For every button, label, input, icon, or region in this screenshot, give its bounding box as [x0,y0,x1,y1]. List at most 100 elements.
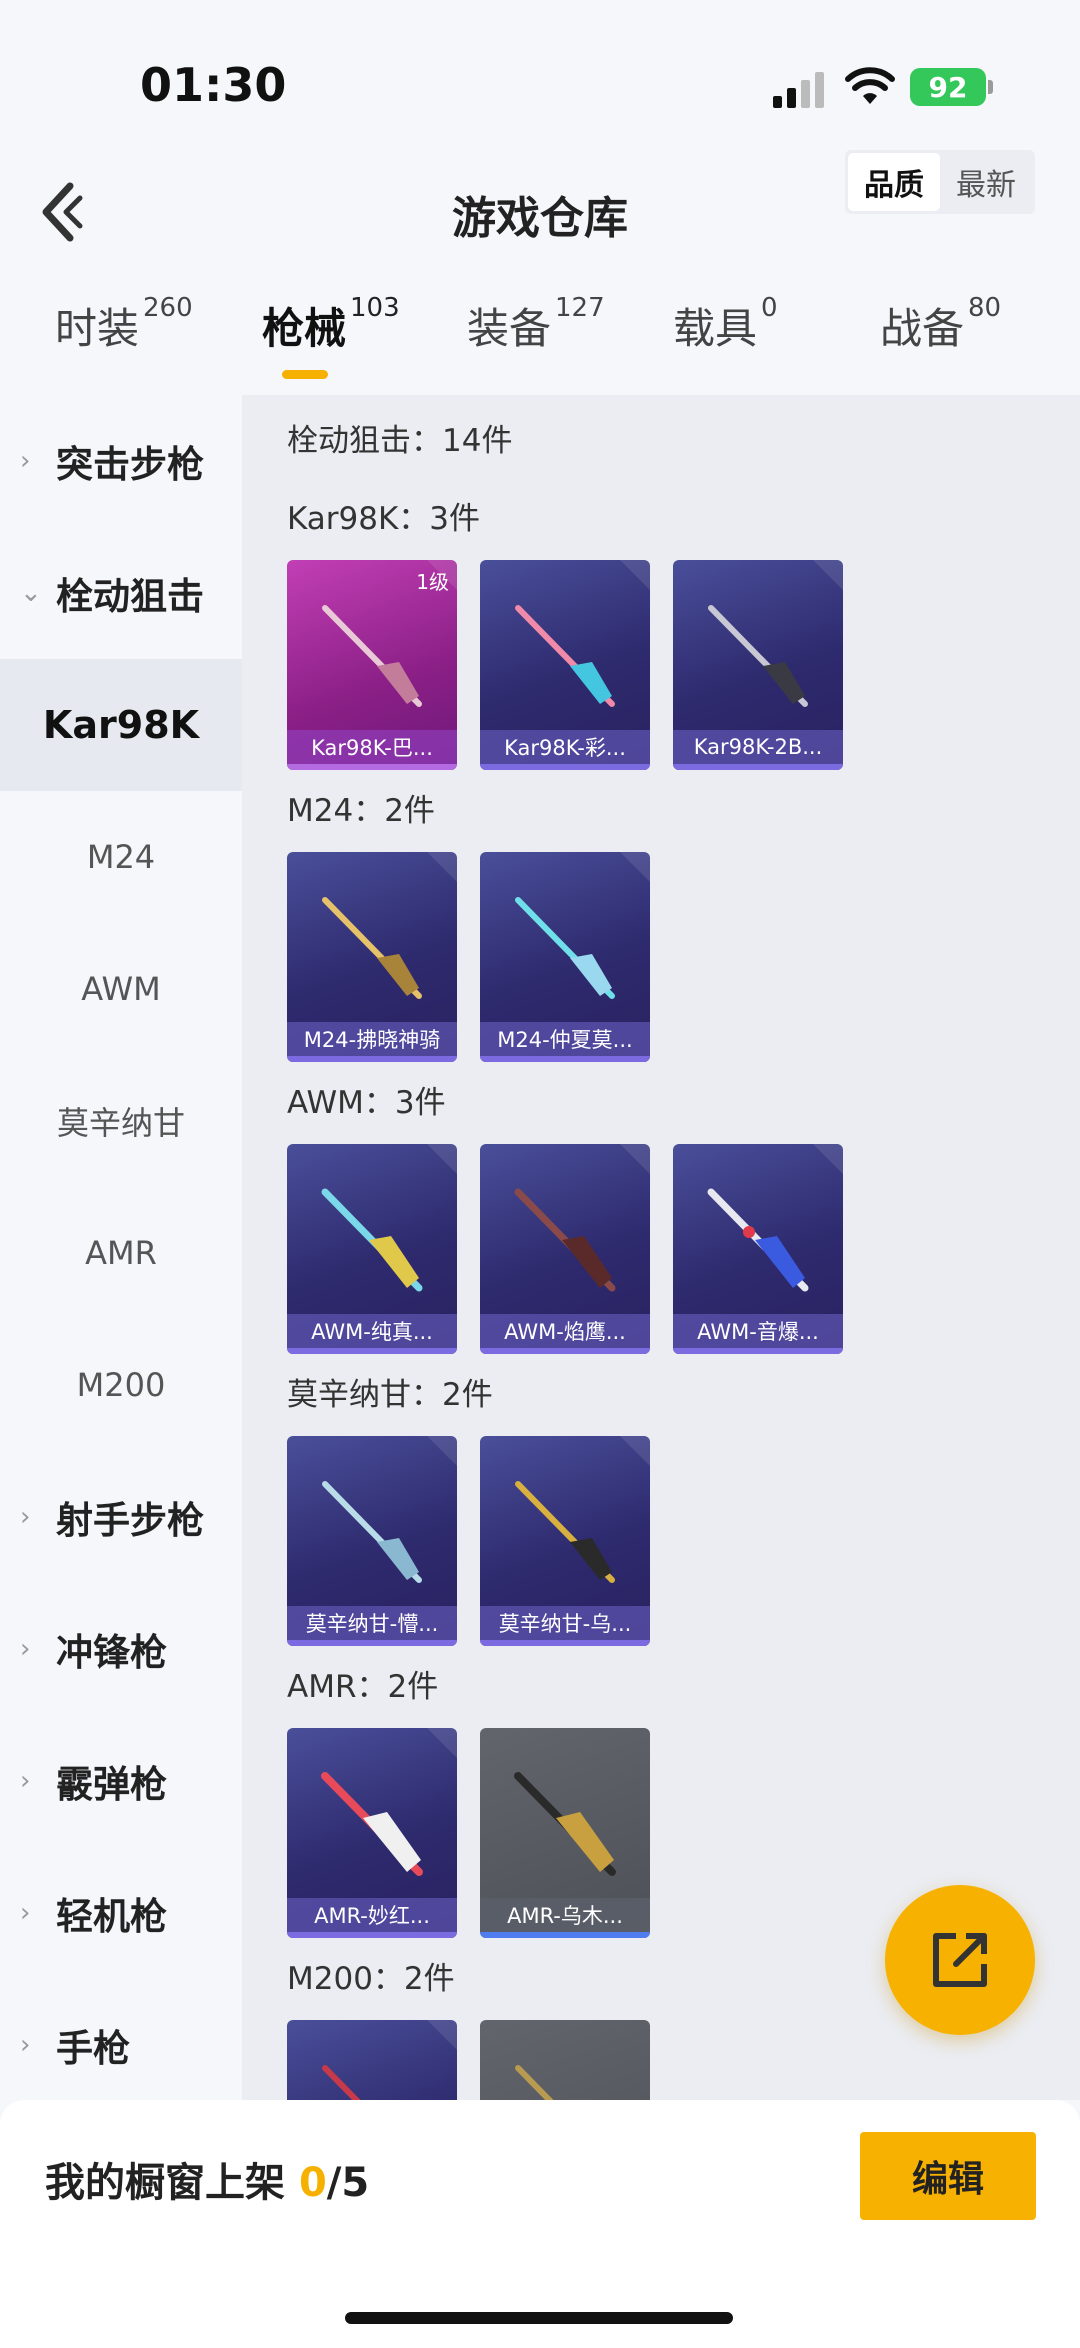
rifle-icon [322,605,422,707]
item-card[interactable]: AWM-焰鹰... [480,1144,650,1354]
battery-cap [988,80,993,94]
chevron-right-icon: › [20,1766,31,1796]
chevron-right-icon: › [20,446,31,476]
item-name: Kar98K-2B... [673,730,843,764]
rifle-icon [707,1188,809,1292]
item-card[interactable] [287,2020,457,2100]
sidebar-item-label: M200 [76,1366,166,1404]
rifle-icon [514,1772,616,1876]
item-name: AWM-焰鹰... [480,1314,650,1348]
item-card[interactable]: 1级 Kar98K-巴... [287,560,457,770]
sidebar-item-shotgun[interactable]: › 霰弹枪 [0,1715,242,1847]
tab-count: 103 [350,293,400,323]
sidebar-item-lmg[interactable]: › 轻机枪 [0,1847,242,1979]
section-title: 莫辛纳甘：2件 [287,1377,493,1413]
rarity-bar [480,1932,650,1938]
item-card[interactable]: M24-拂晓神骑 [287,852,457,1062]
sort-newest-button[interactable]: 最新 [940,153,1032,211]
chevron-right-icon: › [20,1898,31,1928]
tab-count: 260 [143,293,193,323]
item-card[interactable]: AWM-纯真... [287,1144,457,1354]
item-card[interactable]: Kar98K-彩... [480,560,650,770]
sidebar-item-pistol[interactable]: › 手枪 [0,1979,242,2111]
item-card[interactable]: AMR-妙红... [287,1728,457,1938]
chevron-right-icon: › [20,2030,31,2060]
rifle-icon [322,897,422,999]
sidebar-item-label: 霰弹枪 [56,1763,167,1806]
item-name: Kar98K-巴... [287,730,457,764]
tab-guns[interactable]: 枪械 103 [262,293,400,356]
sort-toggle[interactable]: 品质 最新 [845,150,1035,214]
rifle-icon [708,605,808,707]
share-button[interactable] [885,1885,1035,2035]
sidebar-item-smg[interactable]: › 冲锋枪 [0,1583,242,1715]
chevron-down-icon: ⌄ [20,578,42,608]
tab-equipment[interactable]: 装备 127 [467,293,605,356]
sidebar-item-awm[interactable]: AWM [0,923,242,1055]
tab-combat-gear[interactable]: 战备 80 [880,293,1001,356]
signal-icon [773,72,824,108]
rifle-icon [322,1481,422,1583]
item-name: M24-仲夏莫... [480,1022,650,1056]
sidebar-item-amr[interactable]: AMR [0,1187,242,1319]
tab-fashion[interactable]: 时装 260 [55,293,193,356]
bottom-bar: 我的橱窗上架 0/5 编辑 [0,2100,1080,2348]
sidebar-item-assault-rifle[interactable]: › 突击步枪 [0,395,242,527]
showcase-total: /5 [326,2160,370,2206]
sidebar-item-label: M24 [86,838,156,876]
sidebar-item-label: AMR [85,1234,157,1272]
rifle-icon [515,605,615,707]
sidebar-item-label: 手枪 [56,2027,130,2070]
rifle-icon [515,1481,615,1583]
rarity-bar [480,1640,650,1646]
item-name: 莫辛纳甘-懵... [287,1606,457,1640]
item-name: 莫辛纳甘-乌... [480,1606,650,1640]
tab-count: 127 [555,293,605,323]
sidebar-item-label: 突击步枪 [56,443,204,486]
sidebar-item-mosin[interactable]: 莫辛纳甘 [0,1055,242,1187]
category-tabs: 时装 260 枪械 103 装备 127 载具 0 战备 80 [0,293,1080,385]
tab-vehicles[interactable]: 载具 0 [673,293,778,356]
tab-label: 战备 [880,304,965,353]
tab-count: 0 [761,293,778,323]
rifle-icon [514,1188,616,1292]
sidebar-item-label: 莫辛纳甘 [56,1104,185,1142]
tab-indicator [282,370,328,379]
tab-label: 时装 [55,304,140,353]
chevron-right-icon: › [20,1502,31,1532]
sidebar-item-marksman-rifle[interactable]: › 射手步枪 [0,1451,242,1583]
tab-label: 装备 [467,304,552,353]
chevron-right-icon: › [20,1634,31,1664]
showcase-label-text: 我的橱窗上架 [45,2160,299,2206]
rarity-bar [287,1640,457,1646]
sort-quality-button[interactable]: 品质 [848,153,940,211]
item-card[interactable]: M24-仲夏莫... [480,852,650,1062]
item-card[interactable]: AWM-音爆... [673,1144,843,1354]
sidebar-item-label: 冲锋枪 [56,1631,167,1674]
item-card[interactable]: 莫辛纳甘-乌... [480,1436,650,1646]
rifle-icon [515,2065,554,2100]
edit-button[interactable]: 编辑 [860,2132,1036,2220]
sidebar-item-m200[interactable]: M200 [0,1319,242,1451]
item-card[interactable]: Kar98K-2B... [673,560,843,770]
section-title: AWM：3件 [287,1085,446,1121]
showcase-counter: 我的橱窗上架 0/5 [45,2150,369,2208]
item-card[interactable]: AMR-乌木... [480,1728,650,1938]
rifle-icon [321,1772,423,1876]
item-grid-panel[interactable]: 栓动狙击：14件 Kar98K：3件 1级 Kar98K-巴... Kar98K… [242,395,1080,2100]
rarity-bar [480,1348,650,1354]
tab-label: 载具 [673,304,758,353]
sidebar-item-m24[interactable]: M24 [0,791,242,923]
rarity-bar [673,1348,843,1354]
item-card[interactable] [480,2020,650,2100]
rifle-icon [321,1188,423,1292]
sidebar-item-bolt-sniper[interactable]: ⌄ 栓动狙击 [0,527,242,659]
rarity-bar [673,764,843,770]
section-title: M24：2件 [287,793,435,829]
item-name: AMR-妙红... [287,1898,457,1932]
sidebar-item-kar98k[interactable]: Kar98K [0,659,242,791]
item-name: Kar98K-彩... [480,730,650,764]
item-card[interactable]: 莫辛纳甘-懵... [287,1436,457,1646]
rarity-bar [480,764,650,770]
section-title: AMR：2件 [287,1669,439,1705]
